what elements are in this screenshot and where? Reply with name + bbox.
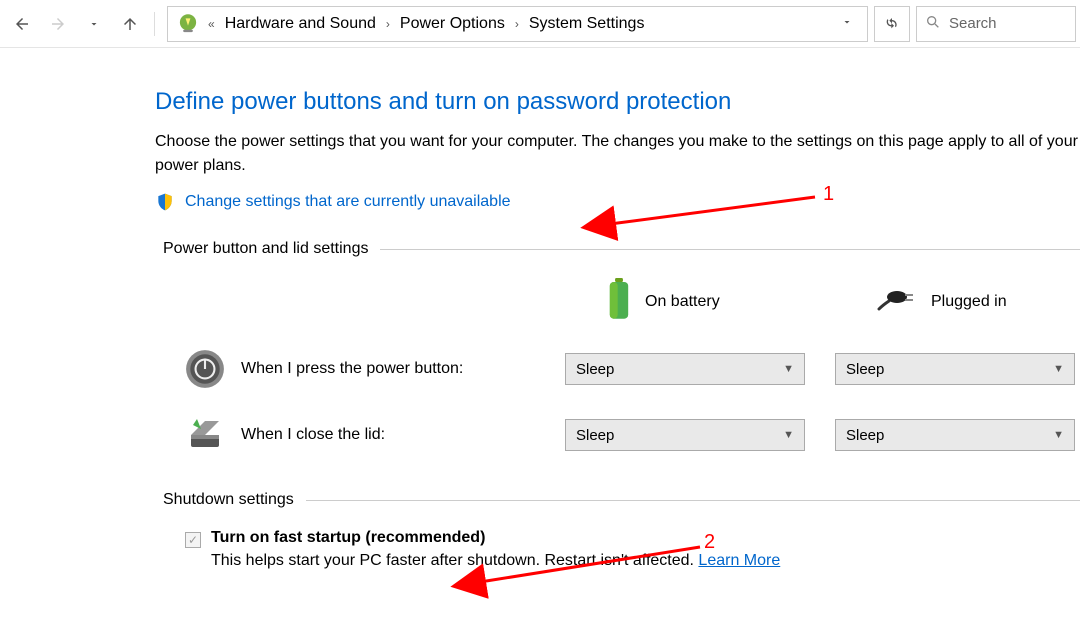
column-header-label: Plugged in: [931, 293, 1007, 311]
page-title: Define power buttons and turn on passwor…: [155, 88, 1080, 116]
section-heading-label: Shutdown settings: [155, 491, 294, 509]
fast-startup-help: This helps start your PC faster after sh…: [211, 552, 1080, 570]
chevron-down-icon: ▼: [783, 429, 794, 441]
chevron-down-icon: [841, 16, 853, 28]
chevron-down-icon: ▼: [1053, 363, 1064, 375]
refresh-icon: [884, 16, 900, 32]
search-input[interactable]: Search: [916, 6, 1076, 42]
power-button-battery-select[interactable]: Sleep ▼: [565, 353, 805, 385]
arrow-up-icon: [121, 15, 139, 33]
search-placeholder: Search: [949, 15, 997, 32]
learn-more-link[interactable]: Learn More: [698, 552, 780, 569]
forward-button[interactable]: [40, 6, 76, 42]
change-settings-link[interactable]: Change settings that are currently unava…: [185, 193, 511, 211]
arrow-left-icon: [13, 15, 31, 33]
setting-row-label: When I close the lid:: [175, 413, 565, 457]
section-heading: Shutdown settings: [155, 491, 1080, 509]
close-lid-plugged-select[interactable]: Sleep ▼: [835, 419, 1075, 451]
fast-startup-label: Turn on fast startup (recommended): [211, 529, 485, 547]
breadcrumb-item[interactable]: Power Options: [392, 15, 513, 33]
power-options-icon: [174, 10, 202, 38]
content-area: Define power buttons and turn on passwor…: [0, 48, 1080, 570]
chevron-down-icon: [88, 18, 100, 30]
battery-icon: [605, 278, 633, 325]
search-icon: [925, 14, 941, 34]
column-header-label: On battery: [645, 293, 720, 311]
chevron-down-icon: ▼: [1053, 429, 1064, 441]
setting-row-label: When I press the power button:: [175, 347, 565, 391]
breadcrumb-dropdown[interactable]: [833, 16, 861, 31]
laptop-lid-icon: [183, 413, 227, 457]
power-button-plugged-select[interactable]: Sleep ▼: [835, 353, 1075, 385]
navbar: « Hardware and Sound › Power Options › S…: [0, 0, 1080, 48]
chevron-right-icon: ›: [513, 17, 521, 31]
refresh-button[interactable]: [874, 6, 910, 42]
chevron-left-icon: «: [206, 17, 217, 31]
back-button[interactable]: [4, 6, 40, 42]
breadcrumb-item[interactable]: Hardware and Sound: [217, 15, 384, 33]
breadcrumb-item[interactable]: System Settings: [521, 15, 653, 33]
chevron-right-icon: ›: [384, 17, 392, 31]
up-button[interactable]: [112, 6, 148, 42]
shield-icon: [155, 192, 175, 212]
column-header-battery: On battery: [565, 278, 835, 325]
arrow-right-icon: [49, 15, 67, 33]
recent-locations-button[interactable]: [76, 6, 112, 42]
breadcrumb[interactable]: « Hardware and Sound › Power Options › S…: [167, 6, 868, 42]
plug-icon: [875, 285, 919, 318]
close-lid-battery-select[interactable]: Sleep ▼: [565, 419, 805, 451]
page-description: Choose the power settings that you want …: [155, 130, 1080, 178]
separator: [154, 12, 155, 36]
power-button-icon: [183, 347, 227, 391]
fast-startup-checkbox[interactable]: ✓: [185, 532, 201, 548]
section-heading: Power button and lid settings: [155, 240, 1080, 258]
column-header-plugged: Plugged in: [835, 285, 1080, 318]
section-heading-label: Power button and lid settings: [155, 240, 368, 258]
chevron-down-icon: ▼: [783, 363, 794, 375]
